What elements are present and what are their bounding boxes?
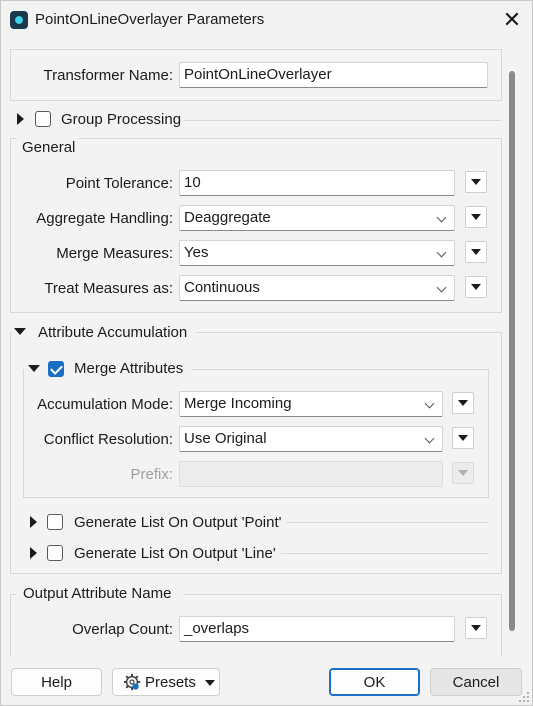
group-processing-divider <box>183 120 501 121</box>
point-tolerance-label: Point Tolerance: <box>65 175 173 192</box>
prefix-input[interactable] <box>179 461 443 487</box>
conflict-resolution-label: Conflict Resolution: <box>43 431 173 448</box>
list-line-expand-icon[interactable] <box>30 547 37 559</box>
point-tolerance-input[interactable]: 10 <box>179 170 455 196</box>
general-border-right <box>79 138 502 139</box>
group-processing-checkbox[interactable] <box>35 111 51 127</box>
close-icon: ✕ <box>502 7 522 32</box>
accumulation-mode-select[interactable]: Merge Incoming <box>179 391 443 417</box>
overlap-count-input[interactable]: _overlaps <box>179 616 455 642</box>
merge-attributes-divider <box>191 369 489 370</box>
aggregate-handling-label: Aggregate Handling: <box>36 210 173 227</box>
prefix-menu-button[interactable] <box>452 462 474 484</box>
treat-measures-select[interactable]: Continuous <box>179 275 455 301</box>
output-border-right <box>183 594 502 595</box>
overlap-count-label: Overlap Count: <box>72 621 173 638</box>
list-point-divider <box>287 522 489 523</box>
list-point-label: Generate List On Output 'Point' <box>74 514 282 531</box>
list-line-divider <box>281 553 489 554</box>
output-heading: Output Attribute Name <box>23 585 172 602</box>
list-line-checkbox[interactable] <box>47 545 63 561</box>
list-point-checkbox[interactable] <box>47 514 63 530</box>
ok-button[interactable]: OK <box>329 668 420 696</box>
accumulation-mode-label: Accumulation Mode: <box>37 396 173 413</box>
gear-icon <box>123 673 141 691</box>
ok-button-label: OK <box>363 673 386 691</box>
conflict-resolution-select[interactable]: Use Original <box>179 426 443 452</box>
treat-measures-label: Treat Measures as: <box>44 280 173 297</box>
title-bar: PointOnLineOverlayer Parameters ✕ <box>1 1 532 39</box>
prefix-label: Prefix: <box>130 466 173 483</box>
cancel-button[interactable]: Cancel <box>430 668 522 696</box>
help-button[interactable]: Help <box>11 668 102 696</box>
aggregate-handling-select[interactable]: Deaggregate <box>179 205 455 231</box>
group-processing-expand-icon[interactable] <box>17 113 24 125</box>
help-button-label: Help <box>41 673 72 691</box>
transformer-name-input[interactable]: PointOnLineOverlayer <box>179 62 488 88</box>
overlap-count-menu-button[interactable] <box>465 617 487 639</box>
general-heading: General <box>22 139 76 156</box>
general-border-left <box>10 138 16 139</box>
output-border-left <box>10 594 16 595</box>
conflict-resolution-menu-button[interactable] <box>452 427 474 449</box>
resize-grip-icon[interactable] <box>518 691 530 703</box>
point-tolerance-menu-button[interactable] <box>465 171 487 193</box>
merge-measures-label: Merge Measures: <box>56 245 173 262</box>
transformer-name-label: Transformer Name: <box>43 67 173 84</box>
window-title: PointOnLineOverlayer Parameters <box>35 11 265 28</box>
parameters-dialog: PointOnLineOverlayer Parameters ✕ Transf… <box>0 0 533 706</box>
merge-measures-select[interactable]: Yes <box>179 240 455 266</box>
merge-measures-menu-button[interactable] <box>465 241 487 263</box>
scrollbar-thumb[interactable] <box>509 71 515 631</box>
group-processing-label: Group Processing <box>61 111 182 128</box>
aggregate-handling-menu-button[interactable] <box>465 206 487 228</box>
accumulation-mode-menu-button[interactable] <box>452 392 474 414</box>
list-line-label: Generate List On Output 'Line' <box>74 545 276 562</box>
app-icon <box>10 11 28 29</box>
presets-button-label: Presets <box>145 673 196 691</box>
close-button[interactable]: ✕ <box>495 4 529 36</box>
cancel-button-label: Cancel <box>452 673 500 691</box>
list-point-expand-icon[interactable] <box>30 516 37 528</box>
treat-measures-menu-button[interactable] <box>465 276 487 298</box>
chevron-down-icon <box>205 680 215 686</box>
presets-button[interactable]: Presets <box>112 668 220 696</box>
